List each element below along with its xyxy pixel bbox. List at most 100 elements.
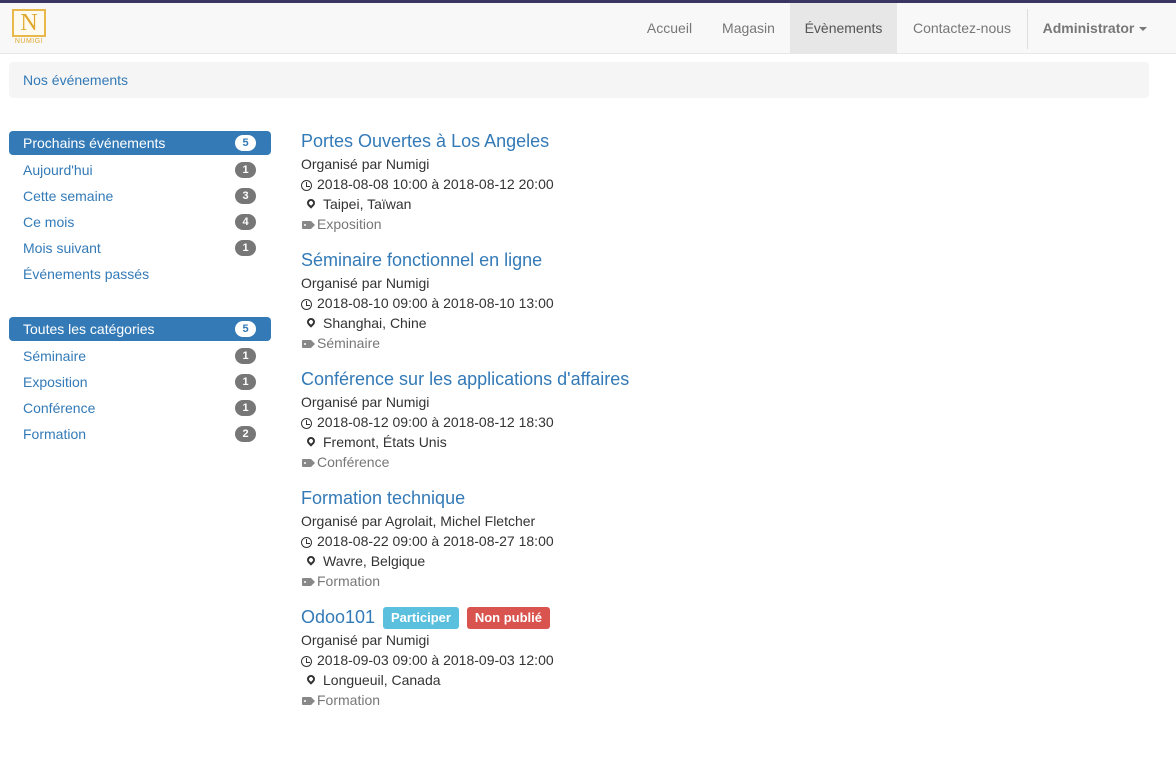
count-badge: 2 (235, 426, 256, 442)
nav-contactez-nous[interactable]: Contactez-nous (898, 3, 1026, 53)
event-organizer: Organisé par Numigi (301, 156, 430, 172)
event-title-link[interactable]: Portes Ouvertes à Los Angeles (301, 128, 549, 154)
event-item: Odoo101 Participer Non publié Organisé p… (301, 604, 1121, 723)
event-location-row: Shanghai, Chine (301, 313, 1121, 333)
event-dates: 2018-08-22 09:00 à 2018-08-27 18:00 (317, 533, 554, 549)
category-label: Formation (23, 426, 87, 442)
event-title-link[interactable]: Conférence sur les applications d'affair… (301, 366, 629, 392)
event-organizer: Organisé par Numigi (301, 275, 430, 291)
user-menu[interactable]: Administrator (1030, 3, 1160, 53)
tag-icon (301, 453, 317, 473)
event-dates: 2018-08-08 10:00 à 2018-08-12 20:00 (317, 176, 554, 192)
event-title-link[interactable]: Formation technique (301, 485, 465, 511)
event-tag: Formation (317, 692, 381, 708)
date-filter-list: Prochains événements 5 Aujourd'hui 1 Cet… (9, 131, 271, 287)
event-dates: 2018-08-12 09:00 à 2018-08-12 18:30 (317, 414, 554, 430)
count-badge: 1 (235, 348, 256, 364)
category-label: Exposition (23, 374, 88, 390)
event-location: Wavre, Belgique (323, 553, 426, 569)
event-location-row: Fremont, États Unis (301, 432, 1121, 452)
event-dates: 2018-08-10 09:00 à 2018-08-10 13:00 (317, 295, 554, 311)
count-badge: 1 (235, 162, 256, 178)
event-tag-row: Formation (301, 690, 1121, 710)
event-title-link[interactable]: Séminaire fonctionnel en ligne (301, 247, 542, 273)
event-dates-row: 2018-08-10 09:00 à 2018-08-10 13:00 (301, 293, 1121, 313)
event-tag-row: Séminaire (301, 333, 1121, 353)
event-location-row: Wavre, Belgique (301, 551, 1121, 571)
event-title-link[interactable]: Odoo101 (301, 604, 375, 630)
filter-upcoming[interactable]: Prochains événements 5 (9, 131, 271, 155)
event-tag: Séminaire (317, 335, 381, 351)
event-tag-row: Conférence (301, 452, 1121, 472)
event-item: Séminaire fonctionnel en ligne Organisé … (301, 247, 1121, 366)
count-badge: 5 (235, 135, 256, 151)
participate-badge[interactable]: Participer (382, 607, 459, 629)
unpublished-badge: Non publié (466, 607, 551, 629)
event-organizer: Organisé par Agrolait, Michel Fletcher (301, 513, 536, 529)
event-dates-row: 2018-08-22 09:00 à 2018-08-27 18:00 (301, 531, 1121, 551)
category-conference[interactable]: Conférence 1 (9, 395, 271, 421)
clock-icon (301, 651, 317, 671)
clock-icon (301, 532, 317, 552)
category-exposition[interactable]: Exposition 1 (9, 369, 271, 395)
event-title-row: Formation technique (301, 485, 1121, 511)
nav-accueil[interactable]: Accueil (633, 3, 706, 53)
event-location-row: Longueuil, Canada (301, 670, 1121, 690)
filter-label: Cette semaine (23, 188, 114, 204)
filter-label: Mois suivant (23, 240, 101, 256)
map-marker-icon (301, 314, 323, 334)
filter-today[interactable]: Aujourd'hui 1 (9, 157, 271, 183)
event-tag: Exposition (317, 216, 382, 232)
clock-icon (301, 413, 317, 433)
event-organizer: Organisé par Numigi (301, 394, 430, 410)
filter-label: Événements passés (23, 266, 150, 282)
count-badge: 1 (235, 374, 256, 390)
nav-evenements[interactable]: Évènements (790, 3, 897, 53)
breadcrumb-item[interactable]: Nos événements (23, 72, 128, 88)
event-dates-row: 2018-09-03 09:00 à 2018-09-03 12:00 (301, 650, 1121, 670)
event-location: Shanghai, Chine (323, 315, 427, 331)
event-item: Portes Ouvertes à Los Angeles Organisé p… (301, 128, 1121, 247)
filter-this-month[interactable]: Ce mois 4 (9, 209, 271, 235)
event-location: Longueuil, Canada (323, 672, 441, 688)
nav-magasin[interactable]: Magasin (708, 3, 789, 53)
filter-this-week[interactable]: Cette semaine 3 (9, 183, 271, 209)
event-title-row: Conférence sur les applications d'affair… (301, 366, 1121, 392)
category-seminaire[interactable]: Séminaire 1 (9, 343, 271, 369)
event-location: Taipei, Taïwan (323, 196, 412, 212)
event-dates-row: 2018-08-12 09:00 à 2018-08-12 18:30 (301, 412, 1121, 432)
event-location: Fremont, États Unis (323, 434, 447, 450)
tag-icon (301, 572, 317, 592)
category-all[interactable]: Toutes les catégories 5 (9, 317, 271, 341)
event-dates-row: 2018-08-08 10:00 à 2018-08-12 20:00 (301, 174, 1121, 194)
logo-mark: N (12, 9, 46, 37)
count-badge: 5 (235, 321, 256, 337)
event-list: Portes Ouvertes à Los Angeles Organisé p… (301, 128, 1121, 723)
caret-down-icon (1139, 27, 1148, 32)
map-marker-icon (301, 195, 323, 215)
filter-label: Prochains événements (23, 135, 166, 151)
category-label: Toutes les catégories (23, 321, 155, 337)
filter-next-month[interactable]: Mois suivant 1 (9, 235, 271, 261)
filter-label: Ce mois (23, 214, 75, 230)
event-title-row: Séminaire fonctionnel en ligne (301, 247, 1121, 273)
event-tag: Formation (317, 573, 381, 589)
nav-divider (1027, 9, 1028, 49)
event-item: Formation technique Organisé par Agrolai… (301, 485, 1121, 604)
logo-n-icon: N (20, 10, 38, 36)
top-navbar: N NUMIGI Accueil Magasin Évènements Cont… (0, 3, 1176, 54)
filter-label: Aujourd'hui (23, 162, 93, 178)
numigi-logo[interactable]: N NUMIGI (12, 9, 46, 47)
category-formation[interactable]: Formation 2 (9, 421, 271, 447)
map-marker-icon (301, 552, 323, 572)
breadcrumb: Nos événements (9, 62, 1149, 98)
count-badge: 4 (235, 214, 256, 230)
logo-text: NUMIGI (14, 38, 44, 45)
count-badge: 1 (235, 240, 256, 256)
event-location-row: Taipei, Taïwan (301, 194, 1121, 214)
event-organizer: Organisé par Numigi (301, 632, 430, 648)
filter-past-events[interactable]: Événements passés (9, 261, 271, 287)
category-label: Séminaire (23, 348, 87, 364)
event-tag-row: Exposition (301, 214, 1121, 234)
clock-icon (301, 175, 317, 195)
